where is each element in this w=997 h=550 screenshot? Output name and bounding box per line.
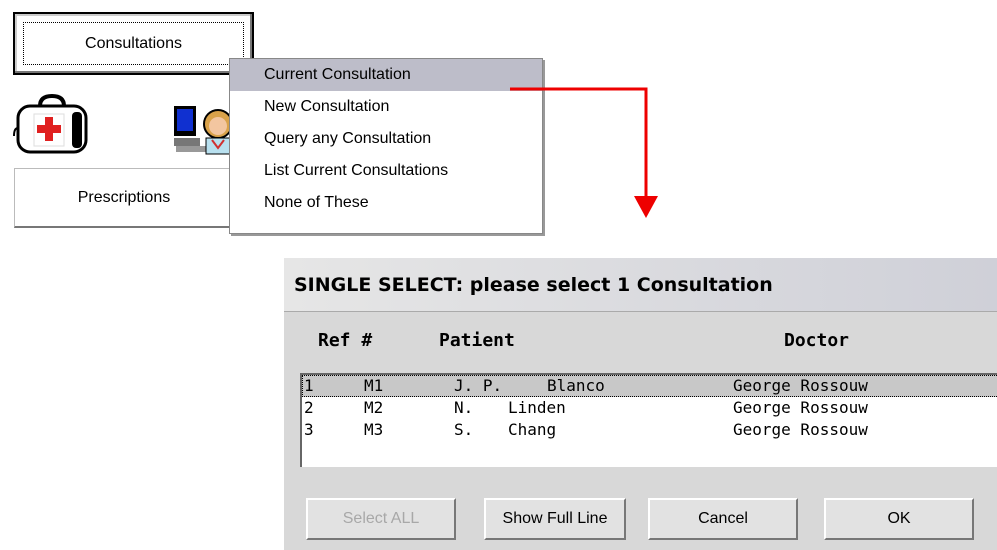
row-initials: S. — [454, 420, 474, 439]
row-ref: M3 — [364, 420, 384, 439]
select-all-button[interactable]: Select ALL — [306, 498, 456, 540]
row-doctor: George Rossouw — [733, 420, 868, 439]
show-full-line-button[interactable]: Show Full Line — [484, 498, 626, 540]
row-initials: J. P. — [454, 376, 503, 395]
row-doctor: George Rossouw — [733, 376, 868, 395]
consultation-list[interactable]: 1 M1 J. P. Blanco George Rossouw 2 M2 N.… — [300, 373, 997, 467]
row-initials: N. — [454, 398, 474, 417]
row-doctor: George Rossouw — [733, 398, 868, 417]
row-surname: Chang — [508, 420, 557, 439]
header-patient: Patient — [439, 330, 515, 351]
row-number: 2 — [304, 398, 314, 417]
table-row[interactable]: 1 M1 J. P. Blanco George Rossouw — [302, 375, 997, 397]
row-number: 3 — [304, 420, 314, 439]
row-surname: Linden — [508, 398, 566, 417]
row-number: 1 — [304, 376, 314, 395]
dialog-title: SINGLE SELECT: please select 1 Consultat… — [284, 258, 997, 312]
row-ref: M2 — [364, 398, 384, 417]
ok-button[interactable]: OK — [824, 498, 974, 540]
row-ref: M1 — [364, 376, 384, 395]
header-ref: Ref # — [318, 330, 373, 351]
header-doctor: Doctor — [784, 330, 850, 351]
cancel-button[interactable]: Cancel — [648, 498, 798, 540]
row-surname: Blanco — [547, 376, 605, 395]
dialog-button-bar: Select ALL Show Full Line Cancel OK — [284, 488, 997, 550]
column-headers: Ref # Patient Doctor — [284, 312, 997, 368]
table-row[interactable]: 2 M2 N. Linden George Rossouw — [302, 397, 997, 419]
table-row[interactable]: 3 M3 S. Chang George Rossouw — [302, 419, 997, 441]
single-select-dialog: SINGLE SELECT: please select 1 Consultat… — [284, 258, 997, 550]
